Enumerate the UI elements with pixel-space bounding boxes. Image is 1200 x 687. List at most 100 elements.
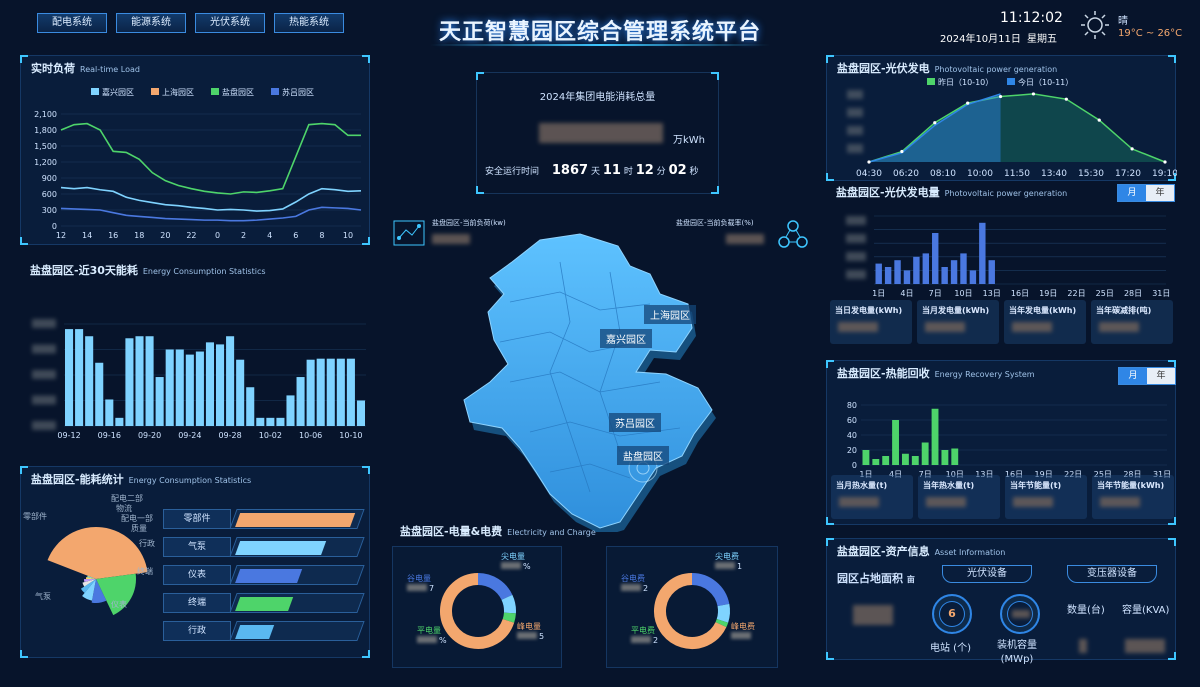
stat-value-blurred [926, 497, 966, 507]
bar [135, 336, 144, 426]
y-tick: 0 [852, 461, 857, 470]
data-point [867, 160, 871, 164]
energy-bar-label: 行政 [163, 621, 231, 641]
y-tick: 2,100 [34, 110, 57, 119]
consumption30-panel: 盐盘园区-近30天能耗 Energy Consumption Statistics… [20, 258, 370, 448]
legend-swatch [271, 88, 279, 95]
bar [95, 362, 104, 426]
stat-label: 当月热水量(t) [836, 481, 888, 490]
y-tick-blurred [846, 216, 866, 225]
y-tick: 600 [42, 190, 57, 199]
donut-segment [691, 573, 730, 607]
x-tick: 13日 [983, 289, 1001, 298]
pie-label: 配电一部 [121, 513, 153, 523]
donut-value-partial: % [523, 562, 531, 571]
x-tick: 4日 [900, 289, 913, 298]
temperature: 19°C ~ 26°C [1118, 28, 1183, 39]
y-tick-blurred [32, 319, 56, 328]
pie-label: 物流 [116, 503, 132, 513]
nav-heat-system[interactable]: 热能系统 [274, 13, 344, 33]
donut-value-blurred [407, 584, 427, 591]
legend-label: 盐盘园区 [222, 87, 254, 97]
bar [246, 387, 255, 426]
bar [125, 338, 134, 426]
tab-transformer[interactable]: 变压器设备 [1067, 565, 1157, 583]
data-point [900, 149, 904, 154]
heat-stats: 当月热水量(t) 当年热水量(t) 当年节能量(t) 当年节能量(kWh) [831, 475, 1177, 521]
energy-bar-track [229, 509, 365, 529]
x-tick: 18 [134, 231, 144, 240]
bar [306, 359, 315, 426]
y-tick: 60 [847, 416, 857, 425]
y-tick-blurred [846, 234, 866, 243]
heat-panel: 盐盘园区-热能回收 Energy Recovery System 月年 80 60 4… [826, 360, 1176, 525]
x-tick: 31日 [1152, 289, 1170, 298]
x-tick: 09-28 [218, 431, 241, 440]
map-label-yanpan: 盐盘园区 [617, 446, 669, 465]
station-label: 电站 (个) [930, 643, 971, 654]
donut-segment [502, 612, 516, 623]
energy-bar-row: 终端 [163, 593, 365, 613]
donut-value-partial: % [439, 636, 447, 645]
bar [256, 417, 265, 426]
pie-label: 终端 [137, 566, 153, 576]
asset-panel: 盐盘园区-资产信息 Asset Information 园区占地面积 亩 光伏设备… [826, 538, 1176, 665]
donut-value-blurred [621, 584, 641, 591]
kva-label: 容量(KVA) [1122, 605, 1170, 616]
series-area [869, 93, 1001, 162]
clock-date: 2024年10月11日 [940, 34, 1021, 45]
y-tick-blurred [847, 126, 863, 135]
bar [165, 349, 174, 426]
pv-gen-panel: 盐盘园区-光伏发电量 Photovoltaic power generation … [826, 180, 1176, 355]
x-tick: 10-06 [299, 431, 322, 440]
bar [185, 354, 194, 426]
legend-swatch [927, 78, 935, 85]
stat-label: 当年发电量(kWh) [1009, 306, 1077, 315]
y-tick-blurred [32, 370, 56, 379]
consumption30-chart: 09-12 09-16 09-20 09-24 09-28 10-02 10-06 10-10 [32, 319, 366, 440]
donut-value-blurred [715, 562, 735, 569]
energy-bar-row: 零部件 [163, 509, 365, 529]
bar [286, 395, 295, 426]
pv-power-chart: 昨日（10-10） 今日（10-11） 04:30 06:20 08:10 10:00 11… [847, 77, 1177, 179]
legend-label: 今日（10-11） [1018, 77, 1073, 87]
bar [882, 456, 890, 465]
capacity-label: 装机容量 (MWp) [997, 640, 1037, 665]
energy-bar-label: 终端 [163, 593, 231, 613]
bar [979, 222, 986, 284]
bar [85, 336, 94, 426]
pie-label: 气泵 [35, 591, 51, 601]
tab-pv-equipment[interactable]: 光伏设备 [942, 565, 1032, 583]
donut-value-partial: 2 [643, 584, 648, 593]
donut-label: 平电量 [417, 625, 441, 635]
energy-bar-fill [235, 569, 303, 583]
nav-power-distribution[interactable]: 配电系统 [37, 13, 107, 33]
pie-label: 行政 [139, 538, 155, 548]
data-point [966, 101, 970, 105]
x-tick: 14 [82, 231, 92, 240]
y-tick: 20 [847, 446, 857, 455]
energy-bar-label: 气泵 [163, 537, 231, 557]
donut-label: 谷电量 [407, 573, 431, 583]
area-value [853, 605, 893, 625]
bar [276, 417, 285, 426]
bar [951, 448, 959, 465]
x-tick: 22 [186, 231, 196, 240]
energy-bar-track [229, 565, 365, 585]
bar [346, 358, 355, 426]
x-tick: 08:10 [930, 169, 956, 179]
x-tick: 09-24 [178, 431, 201, 440]
pie-label: 配电二部 [111, 493, 143, 503]
x-tick: 19日 [1039, 289, 1057, 298]
stat-value-blurred [925, 322, 965, 332]
nav-energy-system[interactable]: 能源系统 [116, 13, 186, 33]
series-line [60, 122, 361, 195]
bar [892, 420, 899, 465]
x-tick: 6 [293, 231, 298, 240]
donut-label: 峰电费 [731, 621, 755, 631]
nav-pv-system[interactable]: 光伏系统 [195, 13, 265, 33]
bar [205, 342, 214, 426]
bar [316, 358, 325, 426]
total-consumption-value [539, 123, 663, 143]
bar [875, 263, 882, 284]
